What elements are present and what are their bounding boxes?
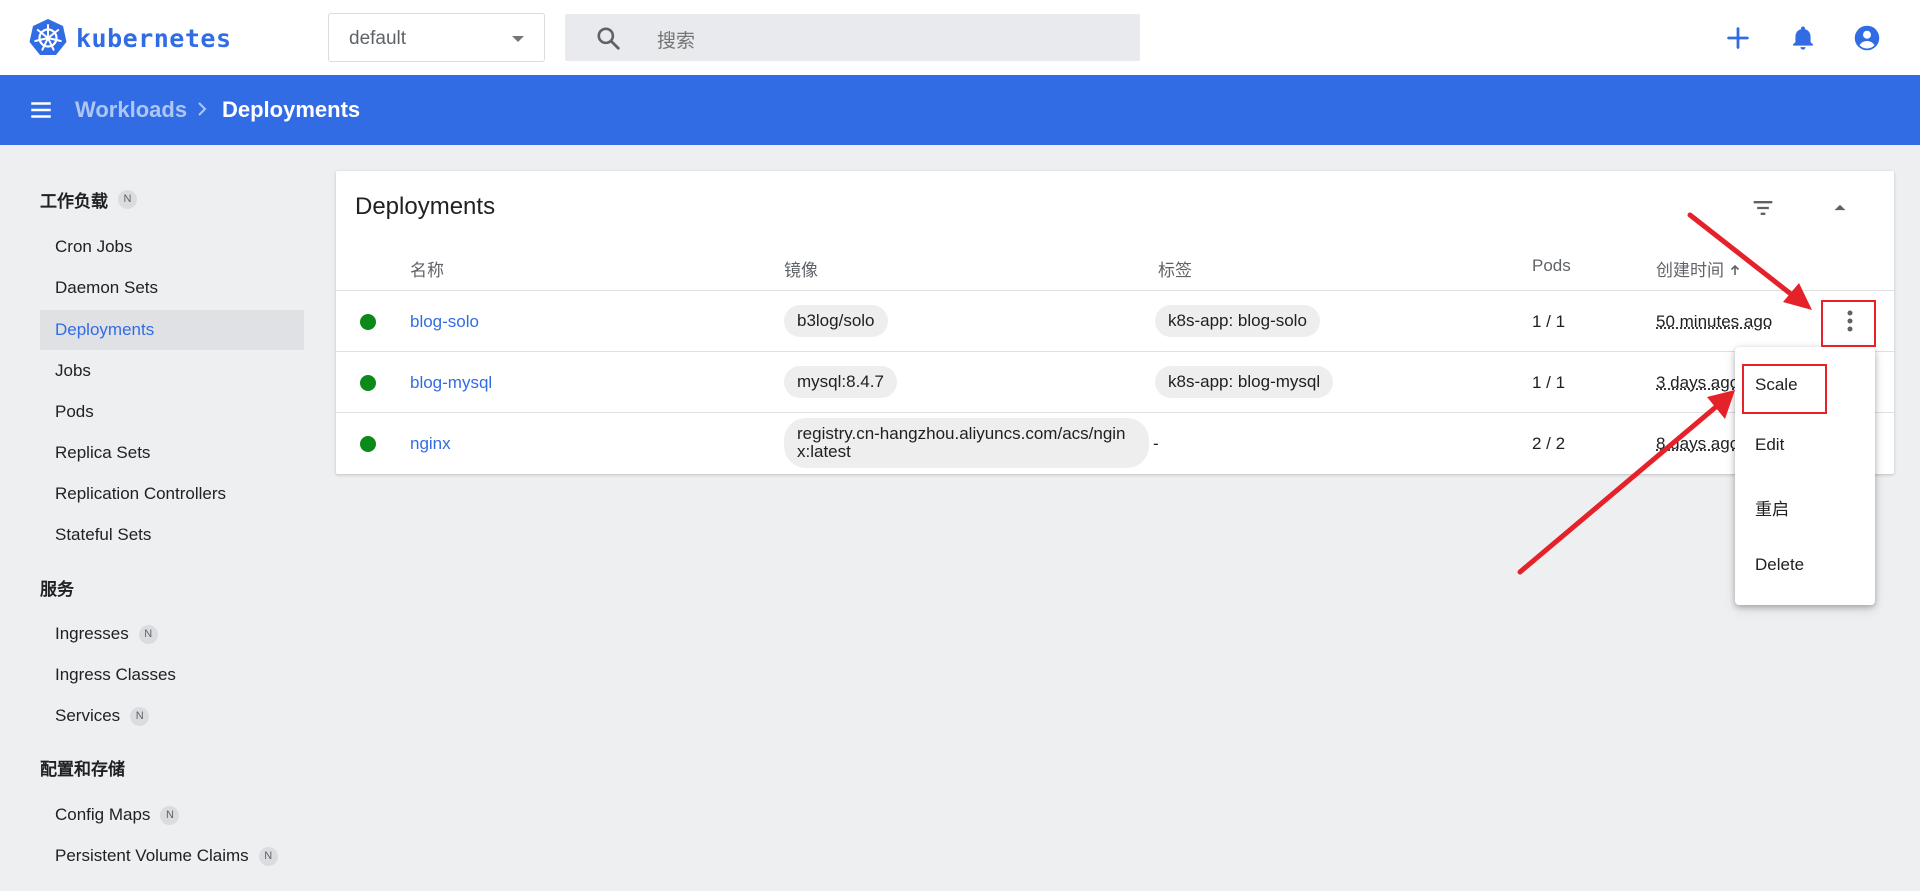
sidebar-section-workloads: 工作负载 N <box>40 187 137 212</box>
deployments-card: Deployments 名称 镜像 标签 Pods 创建时间 blog-solo… <box>336 171 1894 474</box>
page-header: Workloads Deployments <box>0 75 1920 145</box>
top-bar: kubernetes default 搜索 <box>0 0 1920 75</box>
status-running-icon <box>360 314 376 330</box>
deployment-name-link[interactable]: nginx <box>410 434 451 454</box>
namespaced-badge: N <box>160 805 180 825</box>
sidebar-item-label: Replication Controllers <box>55 484 227 503</box>
add-icon[interactable] <box>1724 24 1752 52</box>
namespaced-badge: N <box>130 706 150 726</box>
menu-item-edit[interactable]: Edit <box>1755 435 1784 455</box>
namespace-select[interactable]: default <box>328 13 545 62</box>
account-circle-icon[interactable] <box>1853 24 1881 52</box>
image-chip: registry.cn-hangzhou.aliyuncs.com/acs/ng… <box>784 418 1149 468</box>
created-age: 3 days ago <box>1656 373 1740 392</box>
namespace-value: default <box>349 28 407 49</box>
sidebar-item-label: Stateful Sets <box>55 525 152 544</box>
brand-name: kubernetes <box>76 23 232 53</box>
column-header-created[interactable]: 创建时间 <box>1656 256 1742 281</box>
created-age: 50 minutes ago <box>1656 312 1773 331</box>
column-header-labels: 标签 <box>1158 261 1192 280</box>
pods-count: 1 / 1 <box>1532 373 1566 392</box>
sidebar-section-config-storage: 配置和存储 <box>40 755 125 780</box>
image-chip: b3log/solo <box>784 305 888 337</box>
highlight-box-scale <box>1742 364 1827 414</box>
sort-arrow-up-icon[interactable] <box>1728 263 1742 277</box>
sidebar-item-label: Deployments <box>55 320 155 339</box>
sidebar-item-label: Jobs <box>55 361 91 380</box>
search-input[interactable]: 搜索 <box>565 14 1140 61</box>
sidebar-item-replica-sets[interactable]: Replica Sets <box>40 433 304 473</box>
card-title: Deployments <box>355 193 496 220</box>
sidebar-item-jobs[interactable]: Jobs <box>40 351 304 391</box>
chevron-right-icon <box>198 102 207 116</box>
namespaced-badge: N <box>258 846 278 866</box>
sidebar-item-services[interactable]: Services N <box>40 696 304 736</box>
deployment-name-link[interactable]: blog-solo <box>410 312 479 332</box>
sidebar-section-title: 配置和存储 <box>40 760 125 779</box>
table-row: blog-mysql mysql:8.4.7 k8s-app: blog-mys… <box>336 351 1894 412</box>
kubernetes-logo[interactable]: kubernetes <box>28 18 232 58</box>
sidebar-item-label: Ingress Classes <box>55 665 176 684</box>
sidebar-item-stateful-sets[interactable]: Stateful Sets <box>40 515 304 555</box>
breadcrumb-workloads[interactable]: Workloads <box>75 97 187 123</box>
sidebar-item-label: Replica Sets <box>55 443 151 462</box>
status-running-icon <box>360 375 376 391</box>
sidebar-item-label: Persistent Volume Claims <box>55 846 249 865</box>
sidebar-item-label: Config Maps <box>55 805 151 824</box>
sidebar-item-cron-jobs[interactable]: Cron Jobs <box>40 227 304 267</box>
sidebar-item-ingress-classes[interactable]: Ingress Classes <box>40 655 304 695</box>
sidebar-item-label: Cron Jobs <box>55 237 133 256</box>
search-placeholder: 搜索 <box>657 31 696 52</box>
menu-item-delete[interactable]: Delete <box>1755 555 1804 575</box>
table-row: nginx registry.cn-hangzhou.aliyuncs.com/… <box>336 412 1894 473</box>
sidebar-item-label: Pods <box>55 402 94 421</box>
kubernetes-wheel-icon <box>29 19 67 55</box>
sidebar-item-label: Daemon Sets <box>55 278 158 297</box>
label-chip: k8s-app: blog-mysql <box>1155 366 1334 398</box>
sidebar-item-label: Services <box>55 706 121 725</box>
breadcrumb-current: Deployments <box>222 97 361 122</box>
highlight-box-more-button <box>1821 300 1876 347</box>
filter-icon[interactable] <box>1749 194 1777 222</box>
sidebar-section-services: 服务 <box>40 575 74 600</box>
namespaced-badge: N <box>138 624 158 644</box>
pods-count: 2 / 2 <box>1532 434 1566 453</box>
sidebar-item-pods[interactable]: Pods <box>40 392 304 432</box>
image-chip: mysql:8.4.7 <box>784 366 897 398</box>
menu-item-restart[interactable]: 重启 <box>1755 495 1789 520</box>
sidebar: 工作负载 N Cron Jobs Daemon Sets Deployments… <box>0 145 310 891</box>
sidebar-item-deployments[interactable]: Deployments <box>40 310 304 350</box>
sidebar-section-title: 工作负载 <box>40 192 108 211</box>
column-header-name[interactable]: 名称 <box>410 256 444 281</box>
sidebar-item-ingresses[interactable]: Ingresses N <box>40 614 304 654</box>
deployment-name-link[interactable]: blog-mysql <box>410 373 492 393</box>
column-header-pods: Pods <box>1532 256 1571 275</box>
column-header-created-label: 创建时间 <box>1656 261 1724 280</box>
sidebar-item-persistent-volume-claims[interactable]: Persistent Volume Claims N <box>40 836 304 876</box>
table-row: blog-solo b3log/solo k8s-app: blog-solo … <box>336 290 1894 351</box>
sidebar-item-config-maps[interactable]: Config Maps N <box>40 795 304 835</box>
sidebar-section-title: 服务 <box>40 580 74 599</box>
created-age: 8 days ago <box>1656 434 1740 453</box>
label-empty: - <box>1153 434 1159 453</box>
sidebar-item-daemon-sets[interactable]: Daemon Sets <box>40 268 304 308</box>
dropdown-caret-icon <box>512 36 524 42</box>
label-chip: k8s-app: blog-solo <box>1155 305 1320 337</box>
namespaced-badge: N <box>118 190 137 209</box>
hamburger-menu-icon[interactable] <box>28 97 54 123</box>
collapse-arrow-icon[interactable] <box>1827 195 1853 221</box>
notifications-bell-icon[interactable] <box>1789 24 1817 52</box>
status-running-icon <box>360 436 376 452</box>
sidebar-item-replication-controllers[interactable]: Replication Controllers <box>40 474 304 514</box>
search-icon <box>597 27 620 50</box>
sidebar-item-label: Ingresses <box>55 624 129 643</box>
column-header-image: 镜像 <box>784 261 818 280</box>
pods-count: 1 / 1 <box>1532 312 1566 331</box>
